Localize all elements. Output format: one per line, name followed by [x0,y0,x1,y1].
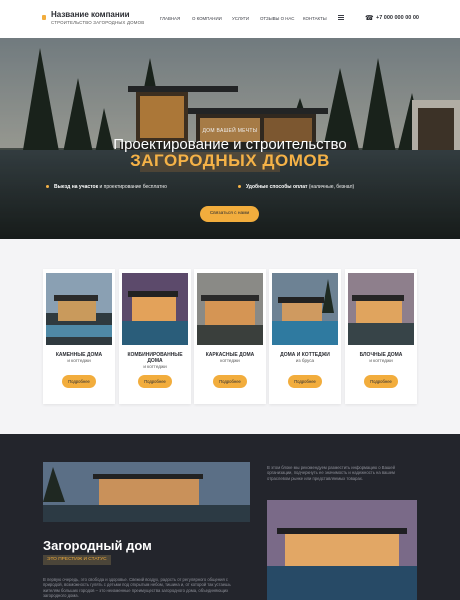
card-block-houses[interactable]: Блочные дома и коттеджи Подробнее [345,269,417,404]
card-image [197,273,263,345]
hero-section: ДОМ ВАШЕЙ МЕЧТЫ Проектирование и строите… [0,38,460,239]
company-name[interactable]: Название компании [51,10,130,19]
card-combined-houses[interactable]: Комбинированные дома и коттеджи Подробне… [119,269,191,404]
about-paragraph: В первую очередь, это свобода и здоровье… [43,577,231,599]
site-header: Название компании СТРОИТЕЛЬСТВО ЗАГОРОДН… [0,0,460,38]
hero-feature-2-bold: Удобные способы оплат [246,184,308,190]
about-image-wide [43,462,250,522]
about-section: В этом блоке мы рекомендуем разместить и… [0,434,460,600]
card-more-button[interactable]: Подробнее [364,375,398,388]
bullet-icon [46,185,49,188]
hero-feature-1-text: и проектирование бесплатно [98,184,167,190]
card-subtitle: и коттеджи [67,358,91,363]
nav-item-services[interactable]: Услуги [232,16,249,21]
nav-item-reviews[interactable]: Отзывы о нас [260,16,294,21]
card-subtitle: и коттеджи [369,358,393,363]
menu-icon[interactable] [338,15,344,20]
house-types-section: Каменные дома и коттеджи Подробнее Комби… [0,239,460,434]
bullet-icon [238,185,241,188]
about-side-text: В этом блоке мы рекомендуем разместить и… [267,465,395,481]
card-image [122,273,188,345]
hero-title-accent: загородных домов [130,151,330,170]
nav-item-home[interactable]: Главная [160,16,180,21]
about-title: Загородный дом [43,538,152,553]
about-image-tall [267,500,417,600]
card-image [348,273,414,345]
card-more-button[interactable]: Подробнее [213,375,247,388]
hero-feature-1-bold: Выезд на участок [54,184,99,190]
phone-icon: ☎ [365,15,374,22]
contact-us-button[interactable]: Связаться с нами [200,206,259,222]
hero-eyebrow: ДОМ ВАШЕЙ МЕЧТЫ [202,128,258,134]
phone-number[interactable]: +7 000 000 00 00 [376,15,419,21]
hero-feature-1: Выезд на участок и проектирование беспла… [54,184,167,190]
nav-item-about[interactable]: О компании [192,16,222,21]
card-image [46,273,112,345]
about-badge: ЭТО ПРЕСТИЖ И СТАТУС [43,555,111,565]
hero-feature-2: Удобные способы оплат (наличные, безнал) [246,184,354,190]
card-more-button[interactable]: Подробнее [138,375,172,388]
hero-feature-2-text: (наличные, безнал) [307,184,355,190]
card-timber-houses[interactable]: Дома и коттеджи из бруса Подробнее [269,269,341,404]
logo-icon [42,15,46,20]
card-stone-houses[interactable]: Каменные дома и коттеджи Подробнее [43,269,115,404]
card-subtitle: коттеджи [220,358,240,363]
card-more-button[interactable]: Подробнее [62,375,96,388]
card-more-button[interactable]: Подробнее [288,375,322,388]
card-title: Комбинированные дома [127,352,183,364]
card-subtitle: и коттеджи [143,364,167,369]
nav-item-contacts[interactable]: Контакты [303,16,327,21]
card-image [272,273,338,345]
company-tagline: СТРОИТЕЛЬСТВО ЗАГОРОДНЫХ ДОМОВ [51,20,145,25]
card-subtitle: из бруса [295,358,315,363]
card-frame-houses[interactable]: Каркасные дома коттеджи Подробнее [194,269,266,404]
